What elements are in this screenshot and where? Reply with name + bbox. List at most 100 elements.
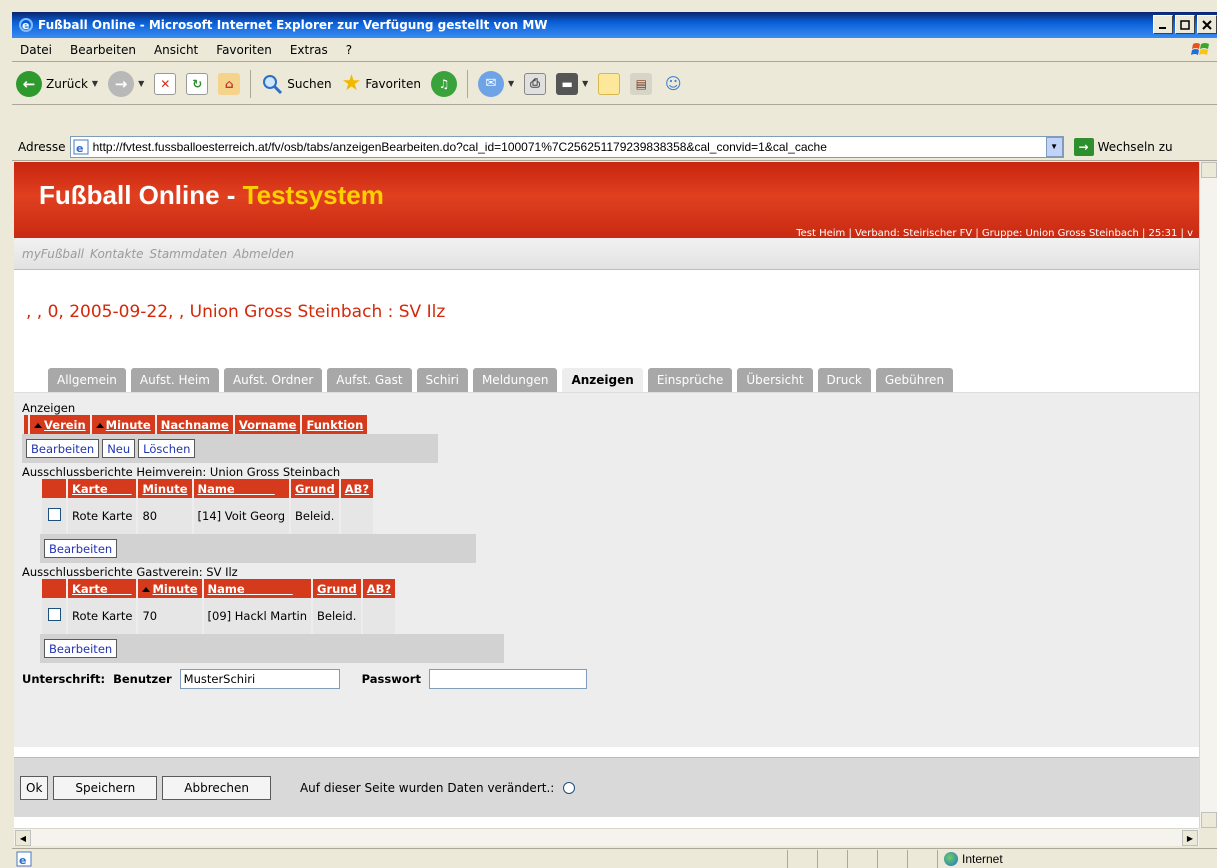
tab-druck[interactable]: Druck — [817, 368, 871, 392]
chevron-down-icon[interactable]: ▼ — [508, 79, 514, 88]
changed-radio[interactable] — [563, 781, 576, 794]
close-button[interactable] — [1197, 15, 1217, 34]
messenger-icon[interactable]: ☺ — [662, 73, 684, 95]
scroll-up-icon[interactable] — [1201, 162, 1217, 178]
menu-favoriten[interactable]: Favoriten — [216, 43, 272, 57]
bearbeiten-button[interactable]: Bearbeiten — [26, 439, 100, 458]
star-icon: ★ — [341, 71, 362, 96]
tab-anzeigen[interactable]: Anzeigen — [562, 368, 643, 392]
column-header-ab[interactable]: AB? — [340, 479, 374, 498]
column-header-nachname[interactable]: Nachname — [156, 415, 233, 434]
column-header-ab[interactable]: AB? — [362, 579, 396, 598]
password-input[interactable] — [428, 669, 587, 689]
scroll-left-icon[interactable]: ◀ — [15, 830, 31, 846]
chevron-down-icon[interactable]: ▼ — [1045, 136, 1063, 157]
row-checkbox[interactable] — [47, 608, 61, 621]
horizontal-scrollbar[interactable]: ◀ ▶ — [14, 828, 1199, 846]
menu-datei[interactable]: Datei — [20, 43, 52, 57]
row-checkbox[interactable] — [47, 508, 61, 521]
column-header-grund[interactable]: Grund — [313, 579, 361, 598]
vertical-scrollbar[interactable] — [1199, 162, 1217, 828]
nav-abmelden[interactable]: Abmelden — [233, 247, 294, 261]
sort-asc-icon — [95, 422, 104, 428]
column-header-minute[interactable]: Minute — [138, 579, 202, 598]
menu-help[interactable]: ? — [346, 43, 352, 57]
tab-schiri[interactable]: Schiri — [416, 368, 468, 392]
minimize-button[interactable] — [1153, 15, 1173, 34]
tab-meldungen[interactable]: Meldungen — [472, 368, 558, 392]
tab-allgemein[interactable]: Allgemein — [48, 368, 126, 392]
neu-button[interactable]: Neu — [102, 439, 136, 458]
gast-bearbeiten-button[interactable]: Bearbeiten — [44, 639, 118, 658]
heim-bearbeiten-button[interactable]: Bearbeiten — [44, 539, 118, 558]
user-input[interactable] — [179, 669, 340, 689]
column-header-karte[interactable]: Karte — [68, 579, 137, 598]
column-header-name[interactable]: Name — [193, 479, 289, 498]
print-icon[interactable]: ⎙ — [524, 72, 547, 95]
stop-icon[interactable]: ✕ — [154, 72, 177, 95]
chevron-down-icon[interactable]: ▼ — [92, 79, 98, 88]
column-header-grund[interactable]: Grund — [291, 479, 339, 498]
search-button[interactable]: Suchen — [261, 73, 332, 95]
discuss-icon[interactable] — [598, 72, 621, 95]
address-label: Adresse — [18, 139, 66, 154]
column-header-minute[interactable]: Minute — [91, 415, 155, 434]
column-header-minute[interactable]: Minute — [138, 479, 192, 498]
tab-gebuehren[interactable]: Gebühren — [875, 368, 954, 392]
back-button[interactable]: ← Zurück ▼ — [16, 70, 98, 97]
heim-button-row: Bearbeiten — [40, 534, 476, 563]
title-bar[interactable]: e Fußball Online - Microsoft Internet Ex… — [12, 12, 1217, 38]
cell-karte: Rote Karte — [68, 498, 137, 534]
go-button[interactable]: → Wechseln zu — [1073, 137, 1173, 156]
column-header-verein[interactable]: Verein — [30, 415, 90, 434]
favorites-button[interactable]: ★ Favoriten — [342, 71, 421, 96]
scroll-down-icon[interactable] — [1201, 812, 1217, 828]
cancel-button[interactable]: Abbrechen — [162, 775, 271, 800]
table-row: Rote Karte 80 [14] Voit Georg Beleid. — [42, 498, 374, 534]
column-header-funktion[interactable]: Funktion — [302, 415, 368, 434]
site-title: Fußball Online - Testsystem — [39, 180, 384, 211]
menu-extras[interactable]: Extras — [290, 43, 328, 57]
status-cell — [817, 849, 847, 868]
column-header-vorname[interactable]: Vorname — [234, 415, 301, 434]
signature-row: Unterschrift: Benutzer Passwort — [22, 669, 587, 689]
cell-name: [14] Voit Georg — [193, 498, 289, 534]
svg-text:e: e — [76, 142, 83, 155]
select-header — [24, 415, 28, 434]
menu-bearbeiten[interactable]: Bearbeiten — [70, 43, 136, 57]
heim-table: Karte Minute Name Grund AB? Rote Karte 8… — [40, 479, 375, 534]
cell-minute: 70 — [138, 598, 202, 634]
column-header-name[interactable]: Name — [203, 579, 311, 598]
edit-button[interactable]: ▬ ▼ — [556, 72, 588, 95]
page-content: Fußball Online - Testsystem Test Heim | … — [14, 162, 1199, 828]
site-nav: myFußball Kontakte Stammdaten Abmelden — [14, 238, 1199, 270]
loeschen-button[interactable]: Löschen — [138, 439, 196, 458]
forward-button[interactable]: → ▼ — [108, 70, 144, 97]
column-header-karte[interactable]: Karte — [68, 479, 137, 498]
mail-button[interactable]: ✉ ▼ — [477, 70, 514, 97]
scroll-right-icon[interactable]: ▶ — [1182, 830, 1198, 846]
tab-aufst-gast[interactable]: Aufst. Gast — [327, 368, 412, 392]
media-icon[interactable]: ♫ — [430, 70, 457, 97]
research-icon[interactable]: ▤ — [630, 72, 653, 95]
chevron-down-icon[interactable]: ▼ — [138, 79, 144, 88]
refresh-icon[interactable]: ↻ — [186, 72, 209, 95]
tab-aufst-ordner[interactable]: Aufst. Ordner — [223, 368, 323, 392]
ok-button[interactable]: Ok — [20, 775, 49, 800]
nav-kontakte[interactable]: Kontakte — [90, 247, 143, 261]
gast-button-row: Bearbeiten — [40, 634, 504, 663]
home-icon[interactable]: ⌂ — [218, 72, 241, 95]
save-button[interactable]: Speichern — [53, 775, 158, 800]
password-label: Passwort — [361, 672, 421, 686]
nav-myfussball[interactable]: myFußball — [22, 247, 84, 261]
url-field[interactable]: e http://fvtest.fussballoesterreich.at/f… — [69, 135, 1064, 158]
tab-uebersicht[interactable]: Übersicht — [737, 368, 813, 392]
nav-stammdaten[interactable]: Stammdaten — [150, 247, 228, 261]
tab-aufst-heim[interactable]: Aufst. Heim — [130, 368, 219, 392]
maximize-button[interactable] — [1175, 15, 1195, 34]
cell-minute: 80 — [138, 498, 192, 534]
separator — [466, 69, 468, 98]
menu-ansicht[interactable]: Ansicht — [154, 43, 198, 57]
tab-einsprueche[interactable]: Einsprüche — [647, 368, 733, 392]
chevron-down-icon[interactable]: ▼ — [582, 79, 588, 88]
